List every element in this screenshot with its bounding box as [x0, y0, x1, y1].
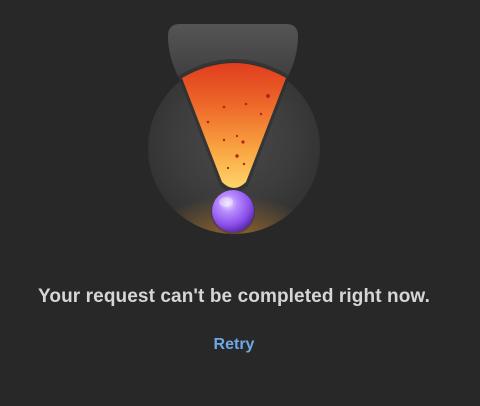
broken-funnel-icon	[148, 24, 320, 234]
error-page: Your request can't be completed right no…	[0, 0, 480, 406]
retry-link[interactable]: Retry	[0, 336, 468, 354]
error-message: Your request can't be completed right no…	[38, 286, 430, 307]
